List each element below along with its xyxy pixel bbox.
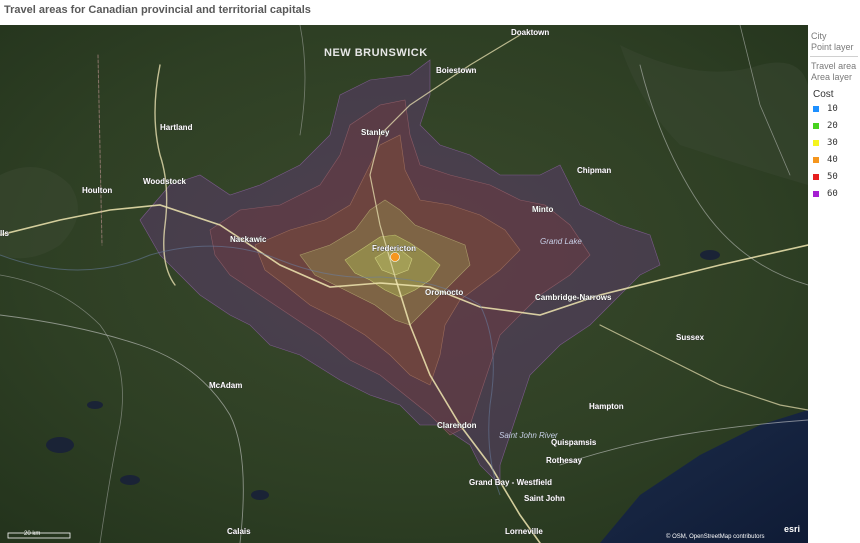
city-point-fredericton[interactable]	[390, 252, 400, 262]
water-label: Saint John River	[499, 431, 558, 440]
map-view[interactable]: NEW BRUNSWICK Doaktown Boiestown Hartlan…	[0, 25, 808, 543]
place-label: Quispamsis	[551, 438, 597, 447]
legend-layer-name: Travel area	[811, 61, 857, 71]
lake	[700, 250, 720, 260]
place-label: Lorneville	[505, 527, 543, 536]
legend-layer-type: Area layer	[811, 72, 853, 82]
legend-items: 10 20 30 40 50 60	[808, 100, 860, 202]
place-label: Grand Bay - Westfield	[469, 478, 552, 487]
legend-value: 10	[827, 103, 838, 114]
legend-swatch	[813, 122, 819, 129]
place-label: Woodstock	[143, 177, 187, 186]
place-label: Clarendon	[437, 421, 477, 430]
legend-value: 40	[827, 154, 838, 165]
place-label: Rothesay	[546, 456, 583, 465]
place-label: Doaktown	[511, 28, 549, 37]
chart-title: Travel areas for Canadian provincial and…	[4, 4, 311, 16]
lake	[87, 401, 103, 409]
place-label: Boiestown	[436, 66, 477, 75]
legend-swatch	[813, 173, 819, 180]
province-label: NEW BRUNSWICK	[324, 47, 428, 59]
place-label: McAdam	[209, 381, 242, 390]
legend-layer-name: City	[811, 31, 827, 41]
scale-label: 20 km	[24, 531, 40, 537]
lake	[251, 490, 269, 500]
legend-item-20[interactable]: 20	[808, 117, 860, 134]
place-label: Cambridge-Narrows	[535, 293, 612, 302]
place-label: Houlton	[82, 186, 112, 195]
place-label: Fredericton	[372, 244, 416, 253]
legend-item-50[interactable]: 50	[808, 168, 860, 185]
water-label: Grand Lake	[540, 237, 582, 246]
place-label: Minto	[532, 205, 553, 214]
legend-swatch	[813, 156, 819, 163]
legend-divider	[810, 56, 858, 57]
place-label: Stanley	[361, 128, 390, 137]
legend-value: 50	[827, 171, 838, 182]
legend-item-30[interactable]: 30	[808, 134, 860, 151]
attribution: © OSM, OpenStreetMap contributors	[666, 533, 764, 540]
place-label: Saint John	[524, 494, 565, 503]
place-label: lls	[0, 229, 9, 238]
esri-logo: esri	[784, 524, 800, 534]
place-label: Chipman	[577, 166, 611, 175]
legend-layer-type: Point layer	[811, 42, 854, 52]
legend-value: 20	[827, 120, 838, 131]
place-label: Oromocto	[425, 288, 463, 297]
legend-swatch	[813, 139, 819, 146]
legend-value: 60	[827, 188, 838, 199]
lake	[46, 437, 74, 453]
legend-swatch	[813, 190, 819, 197]
place-label: Hampton	[589, 402, 624, 411]
place-label: Nackawic	[230, 235, 267, 244]
legend-item-10[interactable]: 10	[808, 100, 860, 117]
map-legend: City Point layer Travel area Area layer …	[808, 25, 860, 543]
legend-heading: Cost	[813, 89, 834, 100]
map-canvas[interactable]: NEW BRUNSWICK Doaktown Boiestown Hartlan…	[0, 25, 808, 543]
place-label: Hartland	[160, 123, 193, 132]
legend-swatch	[813, 105, 819, 112]
place-label: Calais	[227, 527, 251, 536]
place-label: Sussex	[676, 333, 705, 342]
legend-item-60[interactable]: 60	[808, 185, 860, 202]
legend-value: 30	[827, 137, 838, 148]
lake	[120, 475, 140, 485]
legend-item-40[interactable]: 40	[808, 151, 860, 168]
